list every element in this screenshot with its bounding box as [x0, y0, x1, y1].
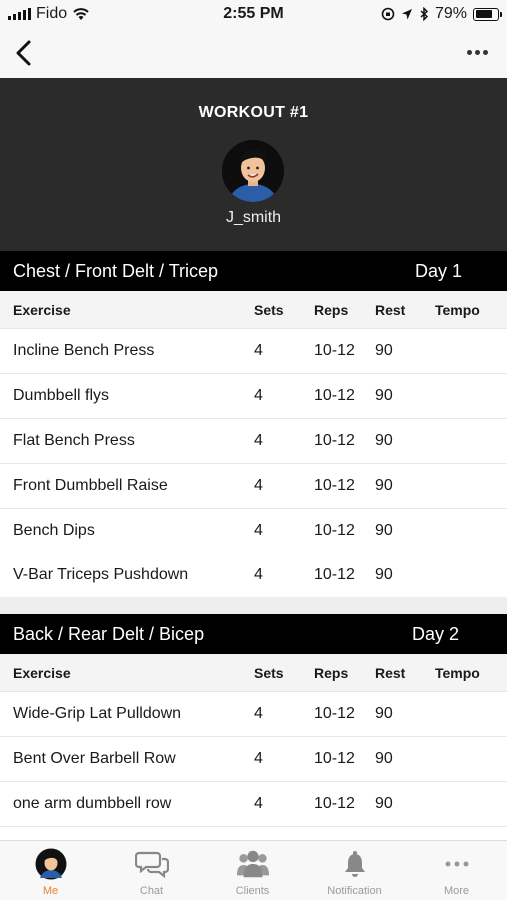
tab-notification[interactable]: Notification [304, 841, 405, 900]
status-bar: Fido 2:55 PM 79% [0, 0, 507, 28]
exercise-reps: 10-12 [314, 432, 355, 449]
exercise-rest: 90 [375, 387, 393, 404]
exercise-row[interactable]: Dumbbell flys 4 10-12 90 [0, 374, 507, 419]
table-header: Exercise Sets Reps Rest Tempo [0, 654, 507, 692]
avatar-icon [34, 847, 68, 881]
exercise-sets: 4 [254, 387, 263, 404]
exercise-rest: 90 [375, 705, 393, 722]
exercise-row[interactable]: V-Bar Triceps Pushdown 4 10-12 90 [0, 553, 507, 598]
username: J_smith [225, 209, 282, 226]
column-sets: Sets [254, 665, 284, 681]
exercise-rest: 90 [375, 750, 393, 767]
exercise-sets: 4 [254, 432, 263, 449]
exercise-name: V-Bar Triceps Pushdown [13, 566, 189, 583]
column-reps: Reps [314, 665, 349, 681]
tab-label: Me [42, 885, 59, 897]
column-reps: Reps [314, 302, 349, 318]
tab-more[interactable]: More [406, 841, 507, 900]
tab-label: Chat [139, 885, 164, 897]
exercise-reps: 10-12 [314, 387, 355, 404]
exercise-reps: 10-12 [314, 522, 355, 539]
chevron-left-icon [16, 40, 31, 66]
battery-icon [473, 7, 502, 21]
tab-label: Clients [235, 885, 270, 897]
avatar[interactable] [222, 140, 284, 202]
day-muscle-groups: Chest / Front Delt / Tricep [13, 261, 219, 281]
battery-fill [475, 10, 493, 18]
exercise-sets: 4 [254, 750, 263, 767]
exercise-rest: 90 [375, 432, 393, 449]
exercise-name: Incline Bench Press [13, 342, 155, 359]
nav-bar [0, 28, 507, 78]
exercise-name: Dumbbell flys [13, 387, 110, 404]
exercise-rest: 90 [375, 342, 393, 359]
tab-me[interactable]: Me [0, 841, 101, 900]
exercise-reps: 10-12 [314, 795, 355, 812]
exercise-reps: 10-12 [314, 566, 355, 583]
exercise-row[interactable]: Bench Dips 4 10-12 90 [0, 509, 507, 554]
chat-icon [134, 847, 169, 881]
column-tempo: Tempo [435, 302, 480, 318]
day-section-header: Chest / Front Delt / Tricep Day 1 [0, 251, 507, 291]
tab-label: More [443, 885, 470, 897]
day-muscle-groups: Back / Rear Delt / Bicep [13, 624, 205, 644]
day-number: Day 1 [415, 261, 463, 281]
more-dots-icon [440, 847, 474, 881]
exercise-sets: 4 [254, 566, 263, 583]
exercise-sets: 4 [254, 342, 263, 359]
exercise-name: Wide-Grip Lat Pulldown [13, 705, 182, 722]
column-exercise: Exercise [13, 665, 71, 681]
orientation-lock-icon [381, 7, 395, 21]
tab-clients[interactable]: Clients [202, 841, 303, 900]
back-button[interactable] [10, 37, 40, 69]
bluetooth-icon [420, 7, 429, 21]
exercise-sets: 4 [254, 522, 263, 539]
day-section-header: Back / Rear Delt / Bicep Day 2 [0, 614, 507, 654]
exercise-name: one arm dumbbell row [13, 795, 172, 812]
exercise-name: Bench Dips [13, 522, 95, 539]
exercise-reps: 10-12 [314, 750, 355, 767]
exercise-row[interactable]: Wide-Grip Lat Pulldown 4 10-12 90 [0, 692, 507, 737]
exercise-sets: 4 [254, 705, 263, 722]
exercise-sets: 4 [254, 477, 263, 494]
status-right: 79% [381, 5, 502, 23]
exercise-reps: 10-12 [314, 477, 355, 494]
column-rest: Rest [375, 302, 406, 318]
column-sets: Sets [254, 302, 284, 318]
bell-icon [338, 847, 372, 881]
exercise-name: Bent Over Barbell Row [13, 750, 176, 767]
exercise-reps: 10-12 [314, 342, 355, 359]
workout-title: WORKOUT #1 [198, 104, 309, 121]
tab-chat[interactable]: Chat [101, 841, 202, 900]
exercise-name: Flat Bench Press [13, 432, 135, 449]
day-number: Day 2 [412, 624, 460, 644]
exercise-row[interactable]: one arm dumbbell row 4 10-12 90 [0, 782, 507, 827]
tab-bar: Me Chat Clients Notification More [0, 840, 507, 900]
section-divider [0, 597, 507, 614]
exercise-reps: 10-12 [314, 705, 355, 722]
ellipsis-icon [466, 49, 472, 55]
exercise-rest: 90 [375, 566, 393, 583]
exercise-row[interactable]: Bent Over Barbell Row 4 10-12 90 [0, 737, 507, 782]
tab-label: Notification [327, 885, 382, 897]
exercise-rest: 90 [375, 477, 393, 494]
exercise-sets: 4 [254, 795, 263, 812]
exercise-rest: 90 [375, 795, 393, 812]
exercise-rest: 90 [375, 522, 393, 539]
workout-header: WORKOUT #1 J_smith [0, 78, 507, 251]
table-header: Exercise Sets Reps Rest Tempo [0, 291, 507, 329]
exercise-name: Front Dumbbell Raise [13, 477, 168, 494]
clients-icon [236, 847, 270, 881]
exercise-row[interactable]: Flat Bench Press 4 10-12 90 [0, 419, 507, 464]
battery-percent: 79% [434, 5, 467, 22]
column-tempo: Tempo [435, 665, 480, 681]
more-options-button[interactable] [461, 40, 493, 64]
avatar-image [222, 140, 284, 202]
location-icon [401, 8, 412, 19]
exercise-row[interactable]: Front Dumbbell Raise 4 10-12 90 [0, 464, 507, 509]
exercise-row[interactable]: Incline Bench Press 4 10-12 90 [0, 329, 507, 374]
column-rest: Rest [375, 665, 406, 681]
column-exercise: Exercise [13, 302, 71, 318]
